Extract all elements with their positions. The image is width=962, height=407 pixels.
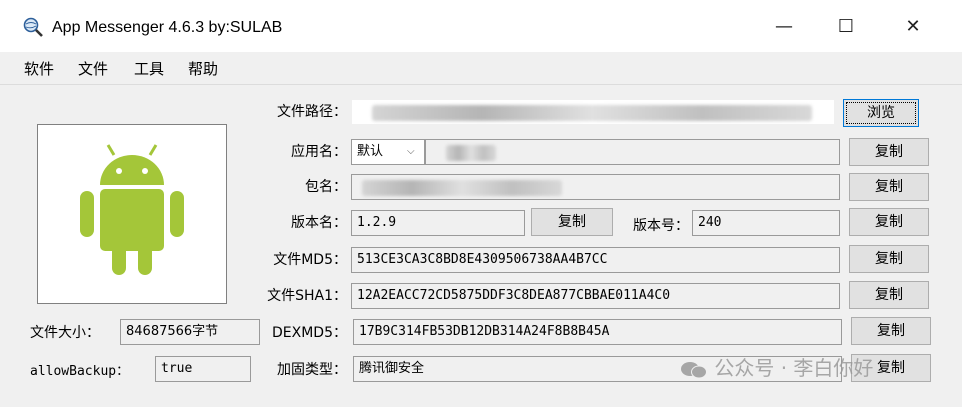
allow-backup-field[interactable]: true [155, 356, 251, 382]
reinforce-type-label: 加固类型： [277, 362, 347, 378]
watermark: 公众号 · 李白你好 [680, 352, 873, 381]
copy-sha1-button[interactable]: 复制 [849, 281, 929, 309]
app-name-field[interactable] [425, 139, 840, 165]
wechat-icon [680, 360, 708, 380]
minimize-button[interactable]: — [764, 12, 804, 42]
watermark-text: 公众号 · 李白你好 [714, 356, 874, 380]
menu-bar: 软件 文件 工具 帮助 [0, 52, 962, 85]
md5-label: 文件MD5： [273, 252, 347, 268]
md5-field[interactable]: 513CE3CA3C8BD8E4309506738AA4B7CC [351, 247, 840, 273]
browse-button[interactable]: 浏览 [843, 99, 919, 127]
language-value: 默认 [357, 144, 384, 159]
window-title: App Messenger 4.6.3 by:SULAB [52, 19, 283, 36]
copy-app-name-button[interactable]: 复制 [849, 138, 929, 166]
menu-software[interactable]: 软件 [24, 58, 54, 79]
package-name-label: 包名： [305, 179, 347, 195]
file-size-field[interactable]: 84687566字节 [120, 319, 260, 345]
sha1-label: 文件SHA1： [267, 288, 347, 304]
android-robot-icon [80, 144, 184, 275]
menu-help[interactable]: 帮助 [188, 58, 218, 79]
chevron-down-icon: ⌵ [407, 146, 415, 157]
dexmd5-label: DEXMD5： [272, 325, 347, 341]
magnifier-globe-icon [23, 17, 43, 37]
app-logo-box [37, 124, 227, 304]
redacted-app-name [446, 145, 496, 161]
title-bar: App Messenger 4.6.3 by:SULAB — ☐ ✕ [0, 0, 962, 52]
version-code-label: 版本号： [633, 218, 689, 234]
redacted-path [372, 105, 812, 121]
sha1-field[interactable]: 12A2EACC72CD5875DDF3C8DEA877CBBAE011A4C0 [351, 283, 840, 309]
version-name-field[interactable]: 1.2.9 [351, 210, 525, 236]
file-path-label: 文件路径： [277, 104, 347, 120]
copy-md5-button[interactable]: 复制 [849, 245, 929, 273]
dexmd5-field[interactable]: 17B9C314FB53DB12DB314A24F8B8B45A [353, 319, 842, 345]
app-name-label: 应用名： [291, 144, 347, 160]
language-select[interactable]: 默认 ⌵ [351, 139, 425, 165]
copy-version-code-button[interactable]: 复制 [849, 208, 929, 236]
file-path-input[interactable] [351, 99, 835, 125]
close-button[interactable]: ✕ [893, 12, 933, 42]
allow-backup-label: allowBackup： [30, 364, 130, 379]
maximize-button[interactable]: ☐ [826, 12, 866, 42]
version-name-label: 版本名： [291, 215, 347, 231]
menu-tools[interactable]: 工具 [134, 58, 164, 79]
redacted-package-name [362, 180, 562, 196]
package-name-field[interactable] [351, 174, 840, 200]
version-code-field[interactable]: 240 [692, 210, 840, 236]
copy-dexmd5-button[interactable]: 复制 [851, 317, 931, 345]
copy-package-name-button[interactable]: 复制 [849, 173, 929, 201]
copy-version-name-button[interactable]: 复制 [531, 208, 613, 236]
menu-file[interactable]: 文件 [78, 58, 108, 79]
file-size-label: 文件大小： [30, 325, 100, 341]
